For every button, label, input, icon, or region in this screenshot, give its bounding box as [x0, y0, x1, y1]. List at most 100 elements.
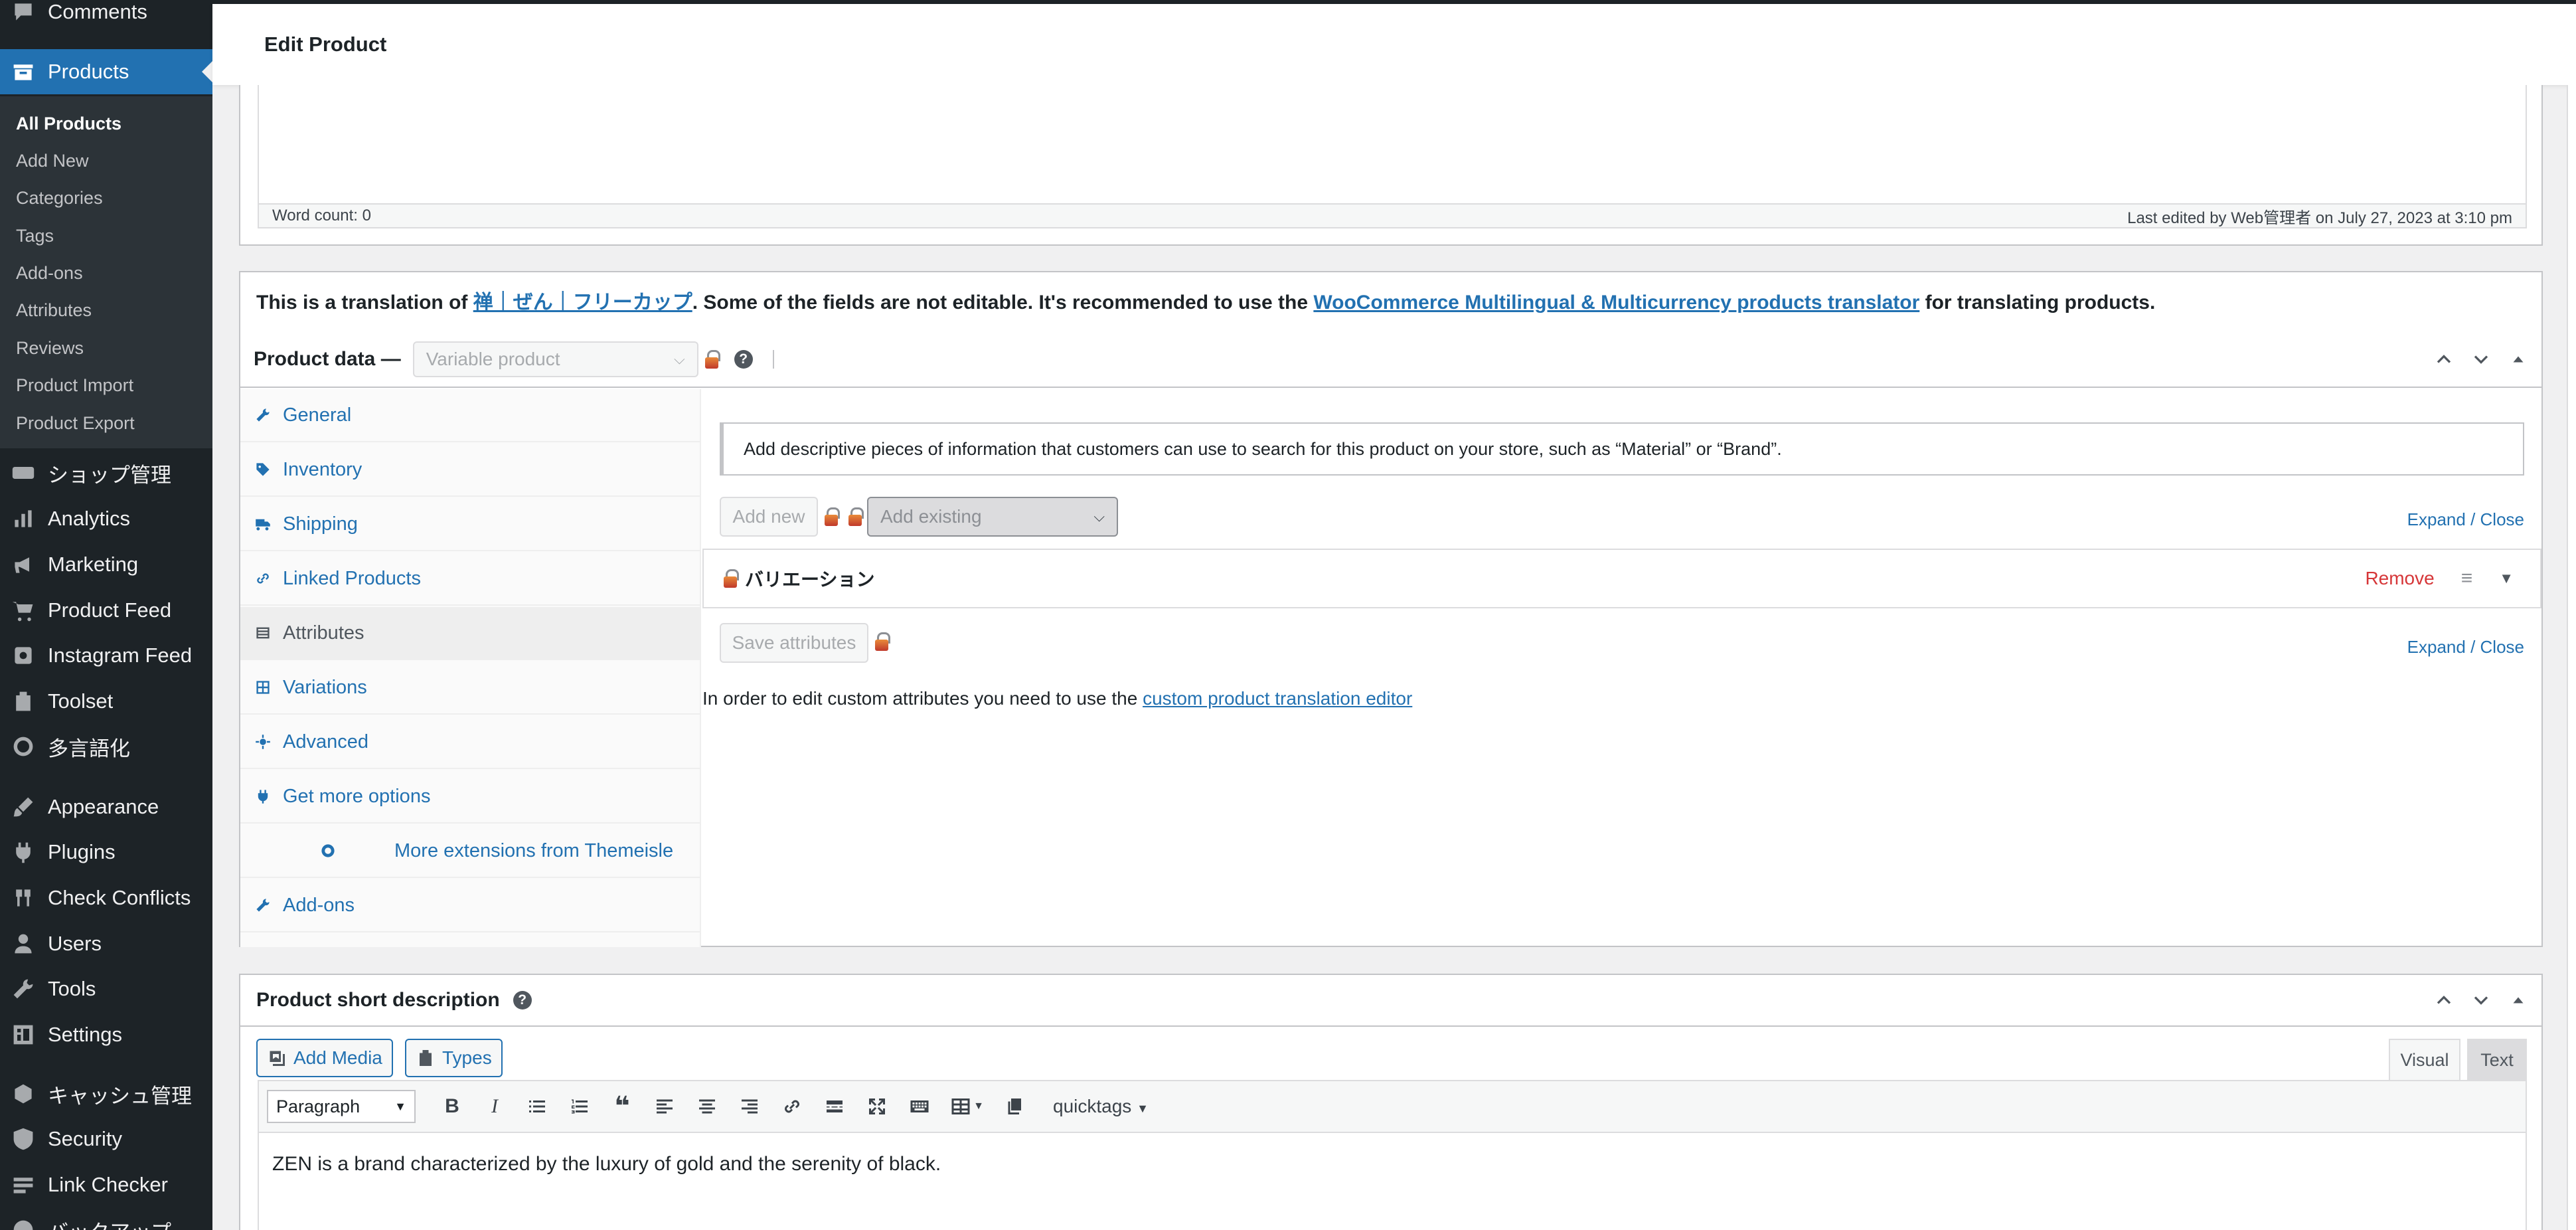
sidebar-item-users[interactable]: Users: [0, 921, 212, 966]
sidebar-item-shop[interactable]: ショップ管理: [0, 450, 212, 495]
tab-inventory[interactable]: Inventory: [240, 444, 701, 497]
attribute-row[interactable]: バリエーション Remove ≡ ▼: [702, 549, 2541, 608]
move-up-icon[interactable]: [2434, 349, 2454, 369]
submenu-reviews[interactable]: Reviews: [16, 338, 84, 359]
caret-down-icon: ▼: [1137, 1102, 1149, 1115]
plugin-icon: [11, 839, 36, 865]
short-description-content[interactable]: ZEN is a brand characterized by the luxu…: [258, 1133, 2527, 1230]
toggle-panel-icon[interactable]: [2508, 990, 2528, 1010]
read-more-icon[interactable]: [817, 1089, 852, 1124]
sidebar-item-toolset[interactable]: Toolset: [0, 679, 212, 724]
link-icon[interactable]: [774, 1089, 810, 1124]
original-product-link[interactable]: 禅｜ぜん｜フリーカップ: [473, 292, 692, 313]
product-data-tabs: General Inventory Shipping Linked Produc…: [240, 389, 701, 947]
tab-variations[interactable]: Variations: [240, 661, 701, 715]
tab-advanced[interactable]: Advanced: [240, 716, 701, 769]
submenu-product-import[interactable]: Product Import: [16, 375, 133, 396]
editor-textarea[interactable]: [258, 85, 2527, 205]
table-icon[interactable]: ▼: [944, 1089, 991, 1124]
add-existing-select[interactable]: Add existing ⌵: [867, 497, 1118, 537]
move-down-icon[interactable]: [2471, 990, 2491, 1010]
sidebar-label: Instagram Feed: [48, 644, 193, 667]
box-controls: [2434, 349, 2528, 369]
tab-more-extensions[interactable]: More extensions from Themeisle: [240, 825, 701, 878]
sidebar-item-products[interactable]: Products: [0, 49, 212, 94]
attribute-name: バリエーション: [745, 569, 875, 590]
translator-link[interactable]: WooCommerce Multilingual & Multicurrency…: [1313, 292, 1919, 313]
toggle-panel-icon[interactable]: [2508, 349, 2528, 369]
sidebar-item-instagram-feed[interactable]: Instagram Feed: [0, 633, 212, 678]
toggle-arrow-icon[interactable]: ▼: [2499, 570, 2514, 587]
tab-label: General: [283, 404, 352, 426]
bold-icon[interactable]: B: [434, 1089, 470, 1124]
sidebar-item-security[interactable]: Security: [0, 1116, 212, 1162]
products-submenu: All Products Add New Categories Tags Add…: [0, 96, 212, 448]
products-icon: [11, 59, 36, 84]
quicktags-dropdown[interactable]: quicktags ▼: [1053, 1096, 1149, 1117]
tab-label: More extensions from Themeisle: [394, 839, 674, 861]
align-center-icon[interactable]: [689, 1089, 725, 1124]
sidebar-label: Plugins: [48, 840, 116, 863]
keyboard-icon[interactable]: [902, 1089, 937, 1124]
types-button[interactable]: Types: [405, 1039, 503, 1077]
link-icon: [255, 571, 271, 586]
close-link[interactable]: Close: [2480, 509, 2524, 529]
product-type-select[interactable]: Variable product ⌵: [412, 341, 698, 377]
tab-add-ons[interactable]: Add-ons: [240, 879, 701, 932]
tab-get-more-options[interactable]: Get more options: [240, 770, 701, 824]
close-link[interactable]: Close: [2480, 637, 2524, 657]
remove-link[interactable]: Remove: [2365, 568, 2434, 589]
align-left-icon[interactable]: [647, 1089, 683, 1124]
drag-handle-icon[interactable]: ≡: [2461, 567, 2473, 590]
tab-visual[interactable]: Visual: [2389, 1039, 2460, 1080]
custom-translation-editor-link[interactable]: custom product translation editor: [1143, 688, 1412, 709]
blockquote-icon[interactable]: ❝: [604, 1089, 640, 1124]
submenu-add-new[interactable]: Add New: [16, 151, 89, 171]
add-new-button[interactable]: Add new: [720, 497, 818, 537]
bullet-list-icon[interactable]: [519, 1089, 555, 1124]
sidebar-item-multilang[interactable]: 多言語化: [0, 724, 212, 769]
sidebar-item-link-checker[interactable]: Link Checker: [0, 1162, 212, 1207]
sidebar-item-comments[interactable]: Comments: [0, 0, 212, 35]
submenu-categories[interactable]: Categories: [16, 188, 103, 209]
sidebar-item-product-feed[interactable]: Product Feed: [0, 588, 212, 633]
format-select[interactable]: Paragraph ▼: [267, 1090, 416, 1123]
submenu-all-products[interactable]: All Products: [16, 114, 121, 134]
sidebar-item-appearance[interactable]: Appearance: [0, 784, 212, 830]
sidebar-label: Marketing: [48, 553, 139, 576]
tab-shipping[interactable]: Shipping: [240, 498, 701, 551]
align-right-icon[interactable]: [732, 1089, 767, 1124]
sidebar-item-settings[interactable]: Settings: [0, 1012, 212, 1057]
lock-icon: [704, 350, 720, 369]
tab-text[interactable]: Text: [2467, 1039, 2527, 1080]
sidebar-item-plugins[interactable]: Plugins: [0, 830, 212, 875]
tab-attributes[interactable]: Attributes: [240, 607, 701, 660]
submenu-attributes[interactable]: Attributes: [16, 300, 92, 321]
submenu-add-ons[interactable]: Add-ons: [16, 263, 83, 284]
expand-link[interactable]: Expand: [2407, 509, 2466, 529]
sidebar-item-marketing[interactable]: Marketing: [0, 542, 212, 587]
sidebar-item-tools[interactable]: Tools: [0, 966, 212, 1011]
grid-icon: [255, 679, 271, 695]
toolset-icon: [11, 689, 36, 714]
help-icon[interactable]: ?: [734, 350, 753, 369]
sidebar-item-cache[interactable]: キャッシュ管理: [0, 1071, 212, 1116]
move-down-icon[interactable]: [2471, 349, 2491, 369]
save-attributes-button[interactable]: Save attributes: [720, 623, 868, 663]
paste-icon[interactable]: [997, 1089, 1033, 1124]
italic-icon[interactable]: I: [477, 1089, 513, 1124]
fullscreen-icon[interactable]: [859, 1089, 895, 1124]
numbered-list-icon[interactable]: [562, 1089, 598, 1124]
add-media-button[interactable]: Add Media: [256, 1039, 393, 1077]
help-icon[interactable]: ?: [513, 991, 532, 1010]
submenu-product-export[interactable]: Product Export: [16, 413, 135, 434]
move-up-icon[interactable]: [2434, 990, 2454, 1010]
sidebar-item-check-conflicts[interactable]: Check Conflicts: [0, 875, 212, 921]
expand-link[interactable]: Expand: [2407, 637, 2466, 657]
submenu-tags[interactable]: Tags: [16, 226, 54, 246]
lock-icon: [825, 507, 840, 526]
tab-linked-products[interactable]: Linked Products: [240, 553, 701, 606]
tab-general[interactable]: General: [240, 389, 701, 442]
sidebar-item-analytics[interactable]: Analytics: [0, 496, 212, 541]
sidebar-item-backup[interactable]: バックアップ: [0, 1207, 212, 1230]
